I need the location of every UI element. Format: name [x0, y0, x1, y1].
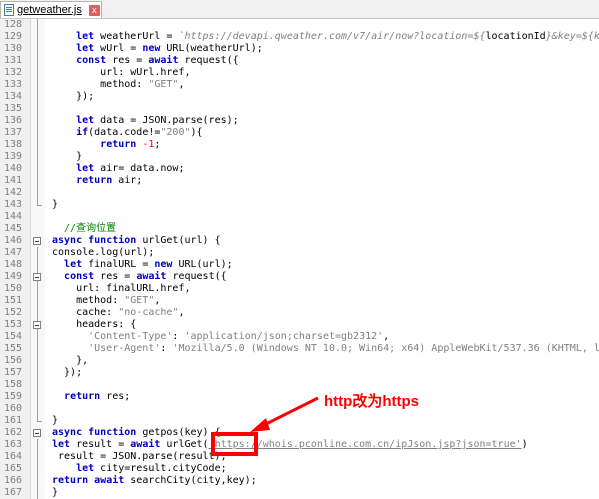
- annotation-highlight-box: [211, 432, 258, 456]
- annotation-text: http改为https: [324, 393, 419, 410]
- annotation-arrow: [250, 396, 319, 432]
